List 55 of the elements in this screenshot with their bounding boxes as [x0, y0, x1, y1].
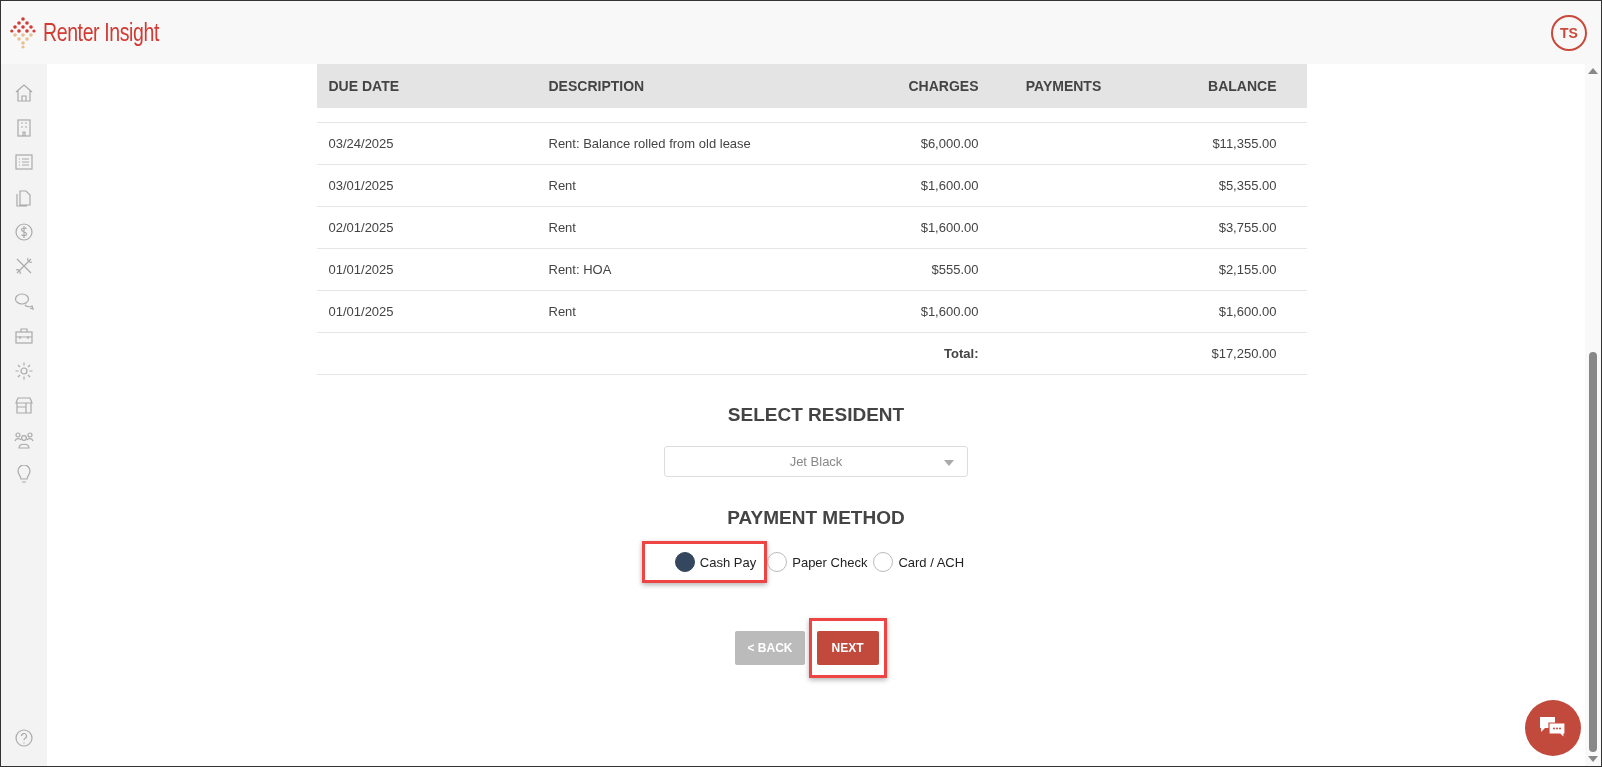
home-icon[interactable]	[14, 83, 34, 103]
documents-icon[interactable]	[14, 187, 34, 208]
table-cell-text: 03/01/2025	[327, 178, 395, 193]
table-cell-text: Rent: Balance rolled from old lease	[548, 136, 752, 151]
column-header: BALANCE	[1207, 78, 1278, 94]
store-icon[interactable]	[14, 395, 34, 416]
scroll-down-icon[interactable]	[1588, 756, 1598, 762]
dollar-icon[interactable]	[14, 221, 34, 242]
next-button[interactable]: NEXT	[816, 631, 879, 665]
table-cell-text: $11,355.00	[1211, 136, 1278, 151]
list-icon[interactable]	[14, 152, 34, 173]
total-balance: $17,250.00	[1210, 346, 1278, 361]
table-cell-text: $555.00	[930, 262, 979, 277]
scrollbar[interactable]	[1585, 64, 1601, 766]
radio-option[interactable]: Cash Pay	[674, 552, 757, 572]
radio-button[interactable]	[674, 552, 695, 572]
table-cell-text: 01/01/2025	[327, 262, 395, 277]
section-heading: PAYMENT METHOD	[727, 507, 905, 529]
bulb-icon[interactable]	[14, 464, 34, 485]
table-cell-text: $1,600.00	[919, 178, 979, 193]
table-cell-text: $1,600.00	[919, 220, 979, 235]
radio-option[interactable]: Card / ACH	[873, 552, 965, 572]
table-cell-text: 02/01/2025	[327, 220, 395, 235]
radio-option[interactable]: Paper Check	[767, 552, 868, 572]
table-cell-text: $2,155.00	[1217, 262, 1278, 277]
help-icon[interactable]	[14, 728, 34, 748]
column-header: DUE DATE	[327, 78, 401, 94]
chat-icon[interactable]	[14, 291, 34, 312]
table-cell-text: 01/01/2025	[327, 304, 395, 319]
scroll-up-icon[interactable]	[1588, 68, 1598, 74]
building-icon[interactable]	[14, 117, 34, 138]
resident-dropdown[interactable]: Jet Black	[664, 446, 968, 477]
chat-icon	[1538, 715, 1568, 741]
briefcase-icon[interactable]	[14, 325, 34, 346]
chat-button[interactable]	[1525, 700, 1581, 756]
table-cell-text: $1,600.00	[919, 304, 979, 319]
table-cell-text: $6,000.00	[919, 136, 979, 151]
table-cell-text: $5,355.00	[1217, 178, 1278, 193]
column-header: CHARGES	[907, 78, 979, 94]
user-avatar[interactable]: TS	[1551, 14, 1587, 51]
logo-text: Renter Insight	[43, 18, 159, 47]
total-label: Total:	[943, 346, 979, 361]
table-cell-text: Rent	[548, 304, 577, 319]
table-cell-text: $1,600.00	[1217, 304, 1278, 319]
column-header: DESCRIPTION	[548, 78, 646, 94]
column-header: PAYMENTS	[1024, 78, 1103, 94]
table-cell-text: Rent: HOA	[548, 262, 613, 277]
table-cell-text: 03/24/2025	[327, 136, 395, 151]
caret-icon	[944, 460, 954, 466]
table-cell-text: Rent	[548, 220, 577, 235]
section-heading: SELECT RESIDENT	[727, 404, 905, 426]
logo-icon	[10, 15, 36, 50]
people-icon[interactable]	[14, 429, 34, 450]
table-cell-text: Rent	[548, 178, 577, 193]
table-cell-text: $3,755.00	[1217, 220, 1278, 235]
